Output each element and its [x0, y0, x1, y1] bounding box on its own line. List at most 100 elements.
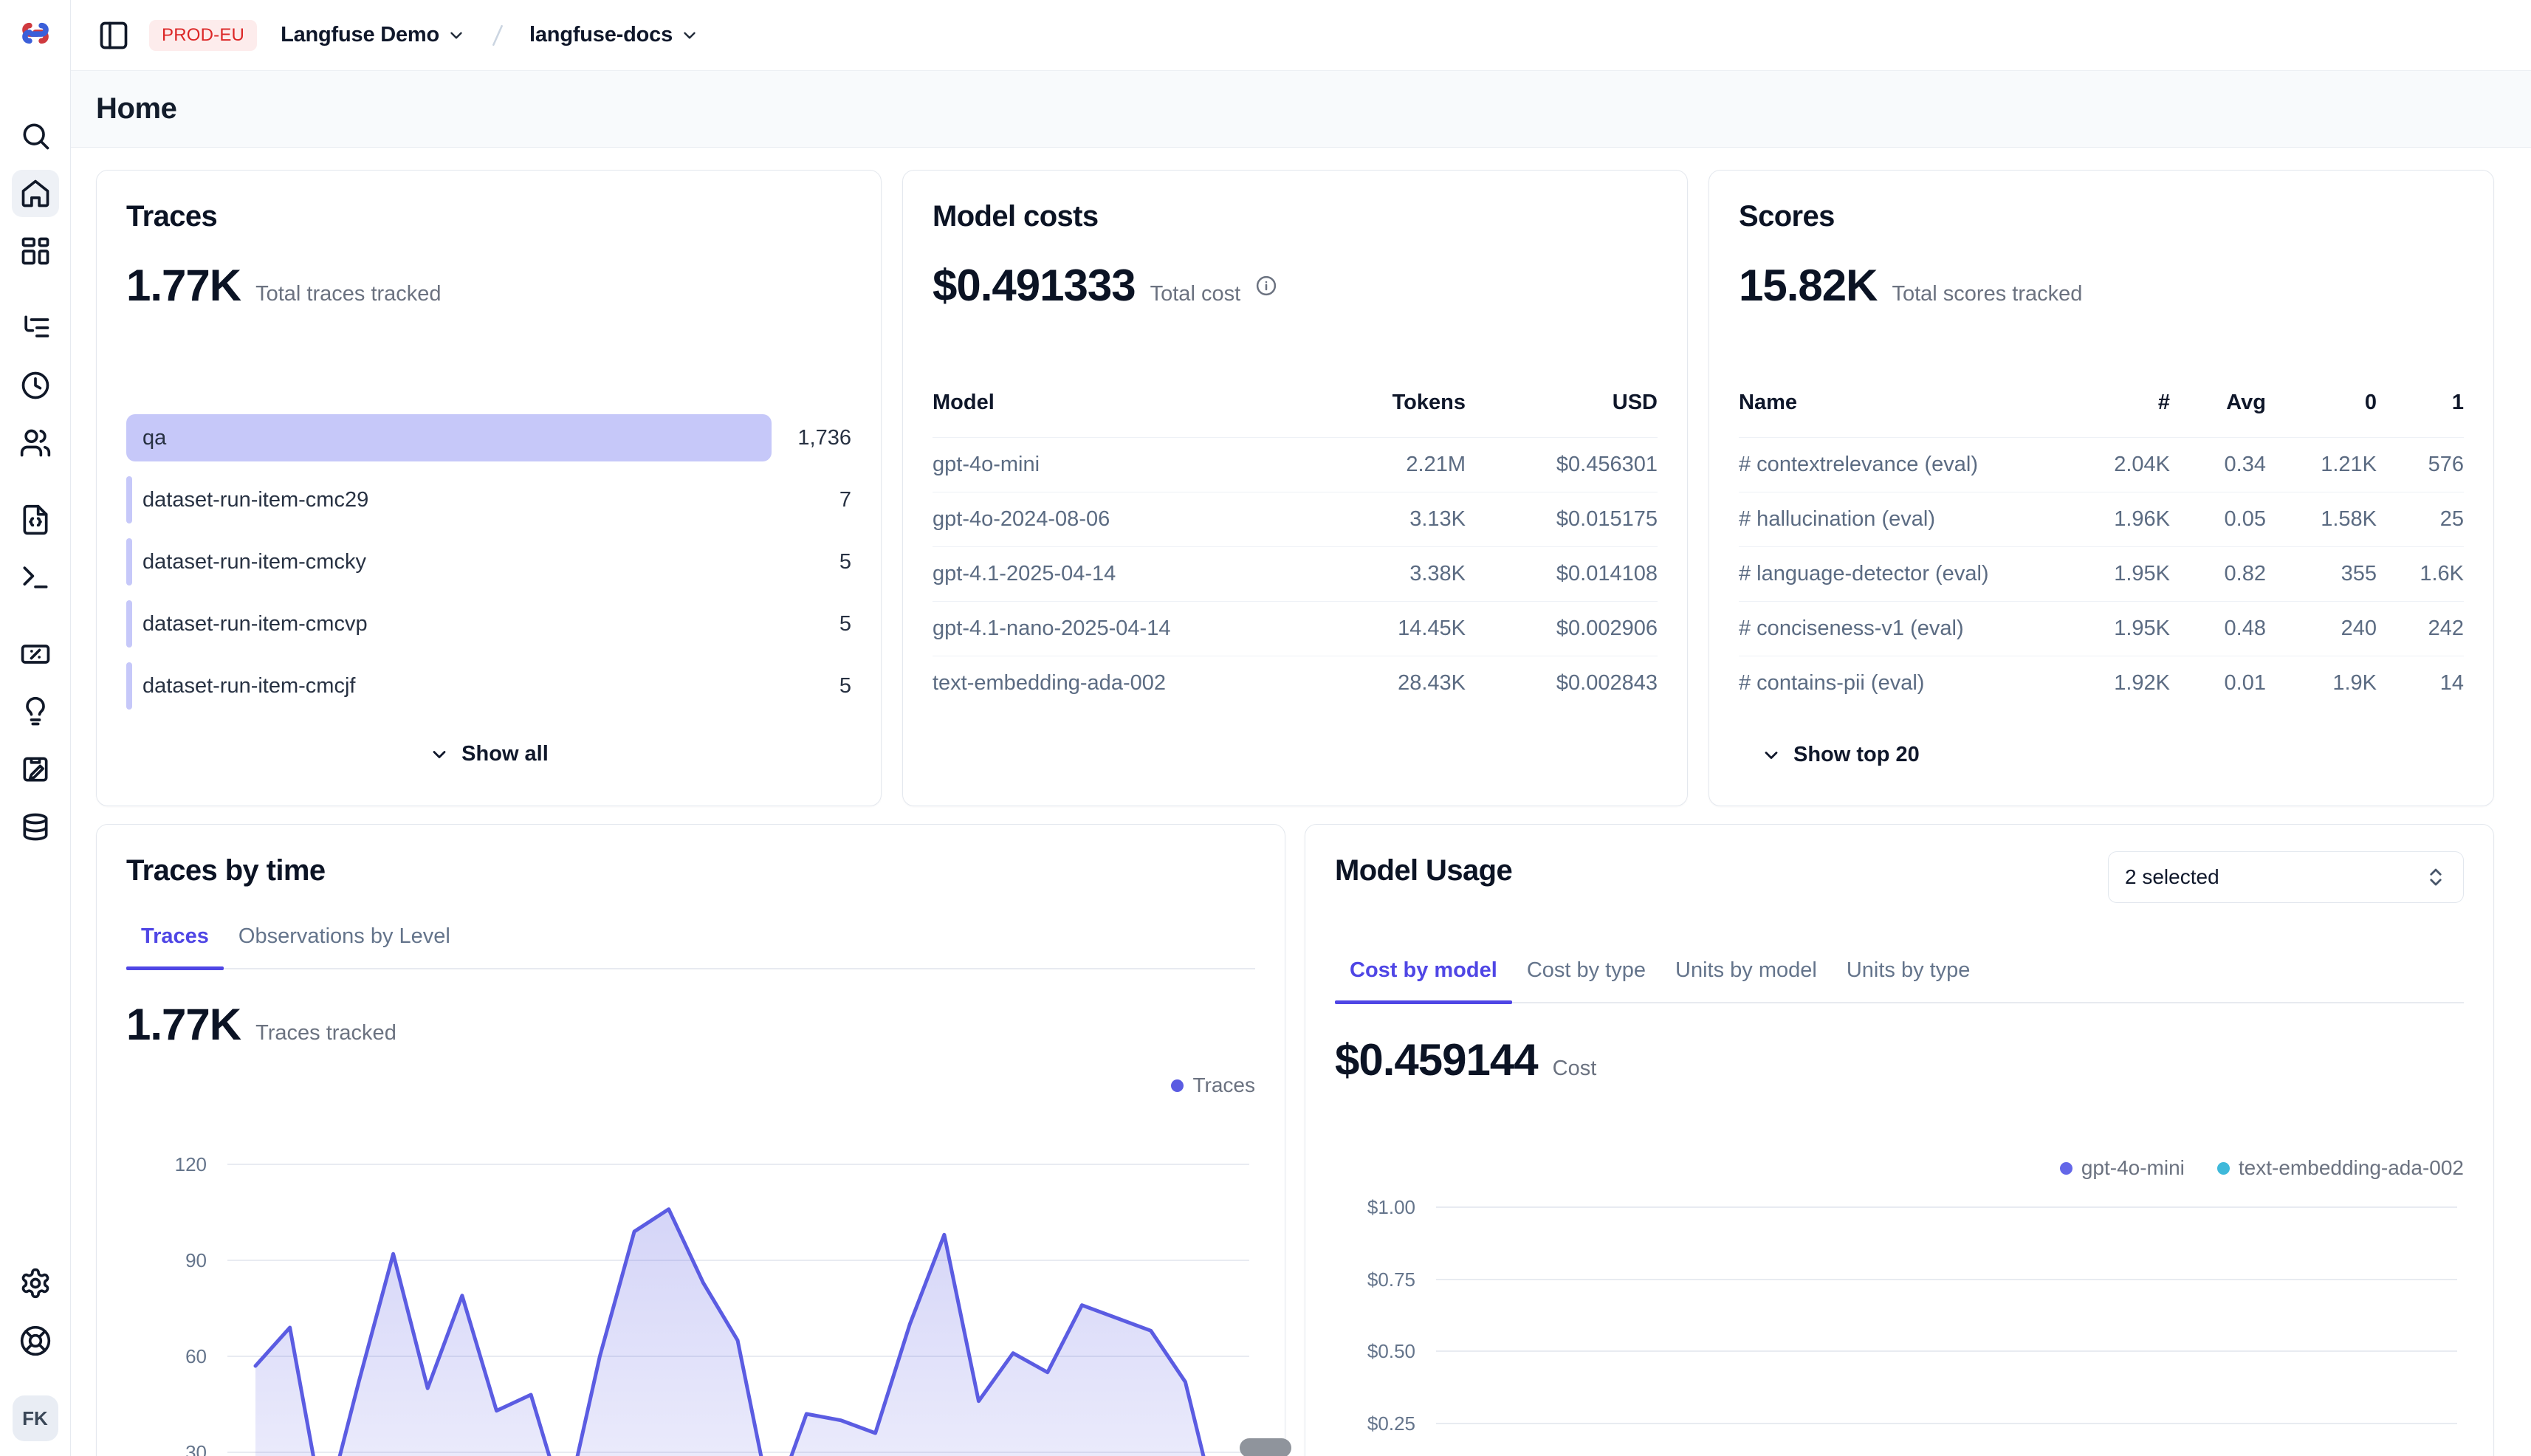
project-switcher[interactable]: langfuse-docs [529, 23, 699, 47]
model-costs-metric-label: Total cost [1150, 282, 1241, 306]
legend-item[interactable]: text-embedding-ada-002 [2217, 1156, 2464, 1180]
col-header-one: 1 [2377, 391, 2464, 415]
y-tick: 30 [185, 1441, 207, 1456]
cost-metric-label: Cost [1553, 1057, 1597, 1081]
scores-card: Scores 15.82K Total scores tracked Name … [1708, 170, 2494, 806]
sidebar-toggle-icon[interactable] [97, 19, 130, 52]
sidebar-item-users[interactable] [12, 419, 59, 467]
scores-title: Scores [1739, 200, 2464, 233]
legend-item[interactable]: gpt-4o-mini [2060, 1156, 2185, 1180]
tab-cost-by-model[interactable]: Cost by model [1335, 958, 1512, 1002]
tab-units-by-type[interactable]: Units by type [1832, 958, 1985, 1002]
bar-fill [126, 476, 132, 523]
table-row[interactable]: # contextrelevance (eval) 2.04K 0.34 1.2… [1739, 437, 2464, 492]
cell-usd: $0.002843 [1466, 671, 1658, 696]
tab-observations-by-level[interactable]: Observations by Level [224, 924, 465, 968]
org-switcher[interactable]: Langfuse Demo [281, 23, 466, 47]
cell-tokens: 14.45K [1303, 617, 1466, 641]
sidebar-item-playground[interactable] [12, 554, 59, 601]
cell-name: # language-detector (eval) [1739, 562, 2059, 586]
trace-bar-row[interactable]: dataset-run-item-cmcky 5 [126, 538, 851, 586]
settings-gear-icon[interactable] [12, 1260, 59, 1307]
y-tick: 60 [185, 1345, 207, 1367]
sidebar-item-sessions[interactable] [12, 362, 59, 409]
table-row[interactable]: # hallucination (eval) 1.96K 0.05 1.58K … [1739, 492, 2464, 546]
model-select-dropdown[interactable]: 2 selected [2108, 851, 2464, 903]
traces-tracked-metric-label: Traces tracked [255, 1021, 396, 1045]
table-row[interactable]: gpt-4.1-nano-2025-04-14 14.45K $0.002906 [933, 601, 1658, 656]
cell-count: 1.96K [2059, 507, 2170, 532]
search-icon[interactable] [12, 112, 59, 159]
cell-model: gpt-4o-mini [933, 453, 1303, 477]
table-row[interactable]: # contains-pii (eval) 1.92K 0.01 1.9K 14 [1739, 656, 2464, 710]
support-lifebuoy-icon[interactable] [12, 1317, 59, 1364]
project-name: langfuse-docs [529, 23, 673, 47]
trace-bar-row[interactable]: qa 1,736 [126, 414, 851, 461]
main-content: Traces 1.77K Total traces tracked qa 1,7… [71, 148, 2531, 1456]
bar-label: qa [142, 426, 166, 450]
sidebar-item-home[interactable] [12, 170, 59, 217]
sidebar-bottom: FK [12, 1260, 59, 1441]
legend-item[interactable]: Traces [1171, 1074, 1255, 1097]
scores-metric-label: Total scores tracked [1892, 282, 2082, 306]
table-row[interactable]: gpt-4o-mini 2.21M $0.456301 [933, 437, 1658, 492]
cell-count: 2.04K [2059, 453, 2170, 477]
horizontal-scrollbar-thumb[interactable] [1240, 1438, 1291, 1456]
sidebar-item-prompts[interactable] [12, 496, 59, 543]
cell-model: gpt-4.1-nano-2025-04-14 [933, 617, 1303, 641]
info-icon[interactable] [1255, 275, 1277, 297]
cell-count: 1.95K [2059, 617, 2170, 641]
trace-bar-row[interactable]: dataset-run-item-cmcvp 5 [126, 600, 851, 648]
sidebar-item-datasets[interactable] [12, 746, 59, 793]
tab-traces[interactable]: Traces [126, 924, 224, 968]
sidebar-item-llm-judge[interactable] [12, 688, 59, 735]
traces-card-title: Traces [126, 200, 851, 233]
sidebar-nav [12, 112, 59, 851]
model-usage-card: Model Usage 2 selected Cost by model Cos… [1305, 824, 2494, 1456]
show-top-20-button[interactable]: Show top 20 [1739, 743, 2464, 767]
cell-avg: 0.34 [2170, 453, 2266, 477]
legend-dot-icon [1171, 1079, 1184, 1092]
legend-label: Traces [1192, 1074, 1255, 1097]
langfuse-org-logo-icon[interactable] [18, 16, 52, 50]
table-row[interactable]: text-embedding-ada-002 28.43K $0.002843 [933, 656, 1658, 710]
tab-cost-by-type[interactable]: Cost by type [1512, 958, 1661, 1002]
model-select-value: 2 selected [2125, 865, 2219, 889]
trace-bar-row[interactable]: dataset-run-item-cmc29 7 [126, 476, 851, 523]
table-row[interactable]: # conciseness-v1 (eval) 1.95K 0.48 240 2… [1739, 601, 2464, 656]
trace-bar-row[interactable]: dataset-run-item-cmcjf 5 [126, 662, 851, 710]
cell-zero: 1.58K [2266, 507, 2377, 532]
chevron-down-icon [429, 744, 450, 765]
cell-tokens: 28.43K [1303, 671, 1466, 696]
tab-units-by-model[interactable]: Units by model [1661, 958, 1832, 1002]
sidebar-item-tracing[interactable] [12, 304, 59, 351]
table-row[interactable]: # language-detector (eval) 1.95K 0.82 35… [1739, 546, 2464, 601]
y-tick: $0.50 [1367, 1340, 1415, 1362]
sidebar-item-evaluation[interactable] [12, 631, 59, 678]
cell-avg: 0.82 [2170, 562, 2266, 586]
cell-tokens: 3.38K [1303, 562, 1466, 586]
cell-model: text-embedding-ada-002 [933, 671, 1303, 696]
cell-name: # contains-pii (eval) [1739, 671, 2059, 696]
bar-label: dataset-run-item-cmcjf [142, 674, 355, 698]
bar-value: 5 [839, 612, 851, 636]
sidebar-item-dashboards[interactable] [12, 227, 59, 275]
show-all-button[interactable]: Show all [126, 742, 851, 766]
bar-fill [126, 600, 132, 648]
model-usage-legend: gpt-4o-mini text-embedding-ada-002 [1335, 1156, 2464, 1180]
environment-badge: PROD-EU [149, 20, 257, 51]
cell-tokens: 3.13K [1303, 507, 1466, 532]
table-row[interactable]: gpt-4o-2024-08-06 3.13K $0.015175 [933, 492, 1658, 546]
bar-label: dataset-run-item-cmcky [142, 550, 366, 574]
sidebar-item-database[interactable] [12, 803, 59, 851]
traces-metric-label: Total traces tracked [255, 282, 441, 306]
legend-dot-icon [2217, 1162, 2230, 1175]
scores-metric: 15.82K [1739, 260, 1877, 311]
cell-tokens: 2.21M [1303, 453, 1466, 477]
cell-avg: 0.48 [2170, 617, 2266, 641]
user-avatar[interactable]: FK [13, 1395, 58, 1441]
bar-value: 1,736 [797, 426, 851, 450]
table-row[interactable]: gpt-4.1-2025-04-14 3.38K $0.014108 [933, 546, 1658, 601]
traces-metric: 1.77K [126, 260, 241, 311]
bar-label: dataset-run-item-cmcvp [142, 612, 368, 636]
